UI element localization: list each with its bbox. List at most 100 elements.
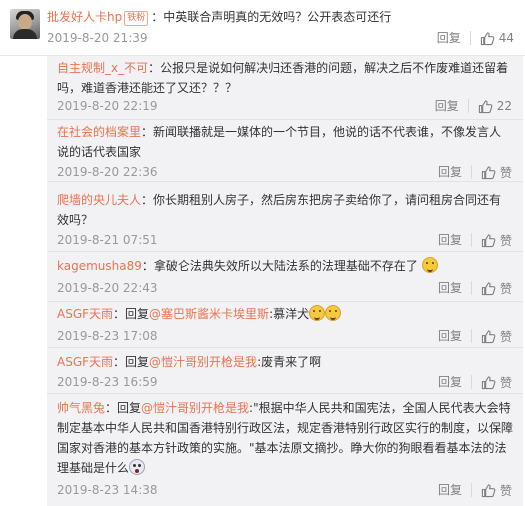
reply-time: 2019-8-20 22:36 [57, 165, 158, 179]
shock-emoji-icon [129, 459, 146, 475]
thumbs-up-icon [481, 281, 496, 295]
like-button[interactable]: 赞 [481, 232, 512, 249]
main-comment-text: 中英联合声明真的无效吗？公开表态可还行 [163, 10, 392, 24]
reply-list: 自主规制_x_不可：公报只是说如何解决归还香港的问题，解决之后不作废难道还留着吗… [47, 56, 523, 506]
reply-item: 在社会的档案里：新闻联播就是一媒体的一个节目，他说的话不代表谁，不像发言人说的话… [47, 120, 523, 182]
reply-actions: 回复 赞 [438, 232, 512, 248]
reply-username[interactable]: 帅气黑兔 [57, 401, 105, 415]
like-label: 赞 [499, 165, 512, 180]
reply-mention[interactable]: @塞巴斯酱米卡埃里斯 [149, 307, 269, 321]
reply-content: 帅气黑兔：回复@愷汁哥别开枪是我:"根据中华人民共和国宪法，全国人民代表大会特制… [57, 398, 513, 478]
reply-time: 2019-8-23 17:08 [57, 329, 158, 343]
reply-text: :慕洋犬 [269, 307, 310, 321]
reply-time: 2019-8-20 22:43 [57, 281, 158, 295]
reply-content: kagemusha89：拿破仑法典失效所以大陆法系的法理基础不存在了 [57, 256, 513, 276]
main-comment-time: 2019-8-20 21:39 [47, 31, 148, 45]
reply-time: 2019-8-23 14:38 [57, 483, 158, 497]
reply-prefix: ：回复 [105, 401, 142, 415]
thumbs-up-icon [480, 31, 495, 45]
like-button[interactable]: 44 [480, 31, 514, 46]
action-divider [470, 375, 472, 389]
action-divider [467, 99, 469, 113]
reply-button[interactable]: 回复 [438, 482, 462, 498]
reply-content: ASGF天雨：回复@塞巴斯酱米卡埃里斯:慕洋犬 [57, 304, 513, 324]
action-divider [470, 233, 472, 247]
reply-actions: 回复 赞 [438, 280, 512, 296]
like-count: 22 [496, 99, 512, 113]
like-button[interactable]: 赞 [481, 374, 512, 391]
thumbs-up-icon [481, 329, 496, 343]
thumbs-up-icon [481, 483, 496, 497]
reply-button[interactable]: 回复 [437, 30, 461, 46]
like-button[interactable]: 赞 [481, 280, 512, 297]
reply-time: 2019-8-23 16:59 [57, 375, 158, 389]
main-comment-username[interactable]: 批发好人卡hp [47, 10, 122, 24]
like-label: 赞 [499, 281, 512, 296]
grin-emoji-icon [309, 305, 326, 321]
action-divider [470, 483, 472, 497]
like-count: 44 [498, 31, 514, 45]
action-divider [470, 165, 472, 179]
reply-actions: 回复 赞 [438, 374, 512, 390]
reply-item: 爬墙的央儿夫人：你长期租别人房子，然后房东把房子卖给你了，请问租房合同还有效吗？… [47, 182, 523, 252]
main-comment-actions: 回复 44 [437, 30, 514, 46]
like-button[interactable]: 22 [478, 99, 512, 114]
like-label: 赞 [499, 375, 512, 390]
like-button[interactable]: 赞 [481, 164, 512, 181]
action-divider [470, 329, 472, 343]
reply-time: 2019-8-21 07:51 [57, 233, 158, 247]
avatar-face [18, 14, 32, 30]
main-comment-line: 批发好人卡hp 铁粉 ：中英联合声明真的无效吗？公开表态可还行 [47, 9, 391, 26]
like-button[interactable]: 赞 [481, 328, 512, 345]
reply-actions: 回复 赞 [438, 328, 512, 344]
reply-button[interactable]: 回复 [438, 280, 462, 296]
fan-badge[interactable]: 铁粉 [124, 11, 149, 26]
reply-content: 在社会的档案里：新闻联播就是一媒体的一个节目，他说的话不代表谁，不像发言人说的话… [57, 122, 513, 162]
reply-actions: 回复 赞 [438, 482, 512, 498]
reply-item: ASGF天雨：回复@塞巴斯酱米卡埃里斯:慕洋犬 2019-8-23 17:08 … [47, 302, 523, 348]
reply-item: 自主规制_x_不可：公报只是说如何解决归还香港的问题，解决之后不作废难道还留着吗… [47, 56, 523, 120]
reply-item: ASGF天雨：回复@愷汁哥别开枪是我:废青来了啊 2019-8-23 16:59… [47, 348, 523, 394]
avatar-body [13, 29, 37, 39]
reply-text: :废青来了啊 [257, 355, 322, 369]
reply-button[interactable]: 回复 [435, 98, 459, 114]
reply-content: 自主规制_x_不可：公报只是说如何解决归还香港的问题，解决之后不作废难道还留着吗… [57, 58, 513, 98]
reply-actions: 回复 22 [435, 98, 512, 114]
action-divider [470, 281, 472, 295]
reply-actions: 回复 赞 [438, 164, 512, 180]
thumbs-up-icon [481, 165, 496, 179]
avatar[interactable] [10, 9, 40, 39]
like-label: 赞 [499, 483, 512, 498]
reply-username[interactable]: ASGF天雨 [57, 355, 113, 369]
reply-text: ：拿破仑法典失效所以大陆法系的法理基础不存在了 [141, 259, 418, 273]
reply-mention[interactable]: @愷汁哥别开枪是我 [141, 401, 249, 415]
reply-item: 帅气黑兔：回复@愷汁哥别开枪是我:"根据中华人民共和国宪法，全国人民代表大会特制… [47, 394, 523, 506]
reply-username[interactable]: 自主规制_x_不可 [57, 61, 148, 75]
reply-username[interactable]: kagemusha89 [57, 259, 142, 273]
grin-emoji-icon [421, 257, 438, 273]
reply-username[interactable]: 在社会的档案里 [57, 125, 141, 139]
reply-prefix: ：回复 [113, 355, 150, 369]
reply-username[interactable]: ASGF天雨 [57, 307, 113, 321]
reply-button[interactable]: 回复 [438, 328, 462, 344]
main-comment-colon: ： [151, 10, 164, 24]
reply-item: kagemusha89：拿破仑法典失效所以大陆法系的法理基础不存在了 2019-… [47, 252, 523, 302]
reply-mention[interactable]: @愷汁哥别开枪是我 [149, 355, 257, 369]
action-divider [469, 31, 471, 45]
grin-emoji-icon [325, 305, 342, 321]
reply-content: 爬墙的央儿夫人：你长期租别人房子，然后房东把房子卖给你了，请问租房合同还有效吗？ [57, 190, 513, 230]
main-comment: 批发好人卡hp 铁粉 ：中英联合声明真的无效吗？公开表态可还行 2019-8-20 … [0, 0, 525, 56]
reply-button[interactable]: 回复 [438, 164, 462, 180]
like-label: 赞 [499, 329, 512, 344]
reply-content: ASGF天雨：回复@愷汁哥别开枪是我:废青来了啊 [57, 352, 513, 372]
like-label: 赞 [499, 233, 512, 248]
reply-button[interactable]: 回复 [438, 232, 462, 248]
thumbs-up-icon [481, 233, 496, 247]
thumbs-up-icon [478, 99, 493, 113]
reply-time: 2019-8-20 22:19 [57, 99, 158, 113]
reply-username[interactable]: 爬墙的央儿夫人 [57, 193, 141, 207]
like-button[interactable]: 赞 [481, 482, 512, 499]
reply-prefix: ：回复 [113, 307, 150, 321]
thumbs-up-icon [481, 375, 496, 389]
reply-button[interactable]: 回复 [438, 374, 462, 390]
